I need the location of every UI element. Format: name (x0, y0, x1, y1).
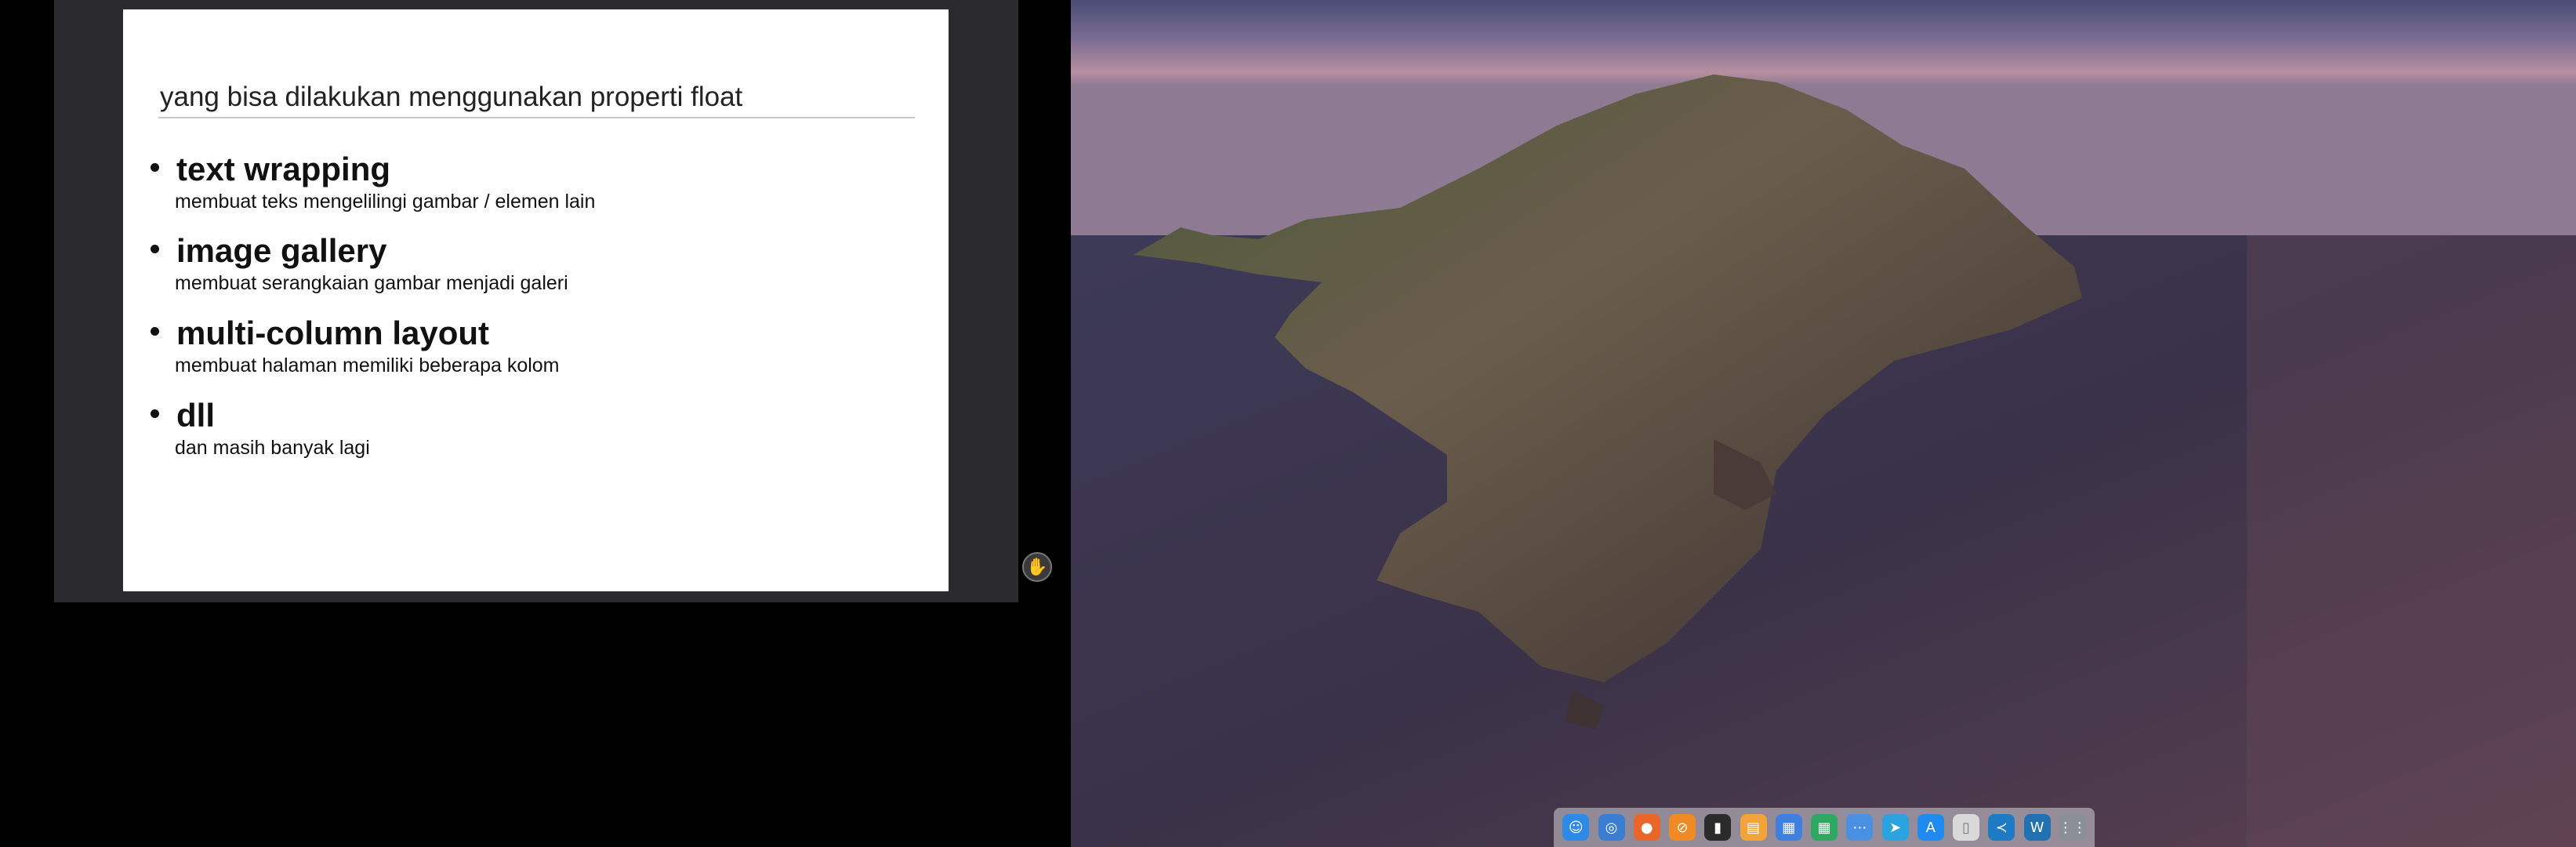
file-icon[interactable]: ▯ (1953, 814, 1979, 841)
messenger-icon[interactable]: ⋯ (1846, 814, 1874, 841)
app-store-icon[interactable]: A (1917, 814, 1944, 841)
desktop: ☺ ◎ ● ⊘ ▮ ▤ ▦ ▦ ⋯ ➤ A ▯ ≺ W ⋮⋮ (1071, 0, 2576, 847)
bullet-description: membuat halaman memiliki beberapa kolom (175, 354, 560, 376)
slide-title: yang bisa dilakukan menggunakan properti… (160, 82, 743, 112)
bullet-heading: dll (176, 397, 215, 434)
bullet-dot (151, 245, 159, 253)
dock: ☺ ◎ ● ⊘ ▮ ▤ ▦ ▦ ⋯ ➤ A ▯ ≺ W ⋮⋮ (1554, 808, 2095, 847)
firefox-icon[interactable]: ● (1633, 814, 1660, 841)
finder-icon[interactable]: ☺ (1562, 814, 1590, 841)
pages-icon[interactable]: ▤ (1740, 814, 1767, 841)
docs-icon[interactable]: ▦ (1775, 814, 1802, 841)
hand-icon[interactable]: ✋ (1022, 552, 1052, 582)
title-divider (158, 117, 915, 118)
slide: yang bisa dilakukan menggunakan properti… (123, 9, 949, 591)
bullet-description: membuat teks mengelilingi gambar / eleme… (175, 191, 596, 213)
bullet-description: membuat serangkaian gambar menjadi galer… (175, 272, 568, 294)
bullet-heading: text wrapping (176, 151, 391, 187)
left-screen: yang bisa dilakukan menggunakan properti… (0, 0, 1071, 847)
sheets-icon[interactable]: ▦ (1811, 814, 1838, 841)
bullet-heading: multi-column layout (176, 314, 489, 351)
safari-icon[interactable]: ⊘ (1669, 814, 1696, 841)
launchpad-icon[interactable]: ⋮⋮ (2059, 814, 2087, 841)
terminal-icon[interactable]: ▮ (1704, 814, 1732, 841)
vscode-icon[interactable]: ≺ (1988, 814, 2015, 841)
bullet-dot (151, 409, 159, 418)
bullet-description: dan masih banyak lagi (175, 437, 370, 459)
presentation-window: yang bisa dilakukan menggunakan properti… (54, 0, 1018, 602)
telegram-icon[interactable]: ➤ (1881, 814, 1909, 841)
bullet-heading: image gallery (176, 232, 387, 269)
wallpaper-image (1071, 0, 2576, 847)
wordpress-icon[interactable]: W (2023, 814, 2051, 841)
chrome-icon[interactable]: ◎ (1598, 814, 1625, 841)
bullet-dot (151, 163, 159, 172)
bullet-dot (151, 327, 159, 336)
